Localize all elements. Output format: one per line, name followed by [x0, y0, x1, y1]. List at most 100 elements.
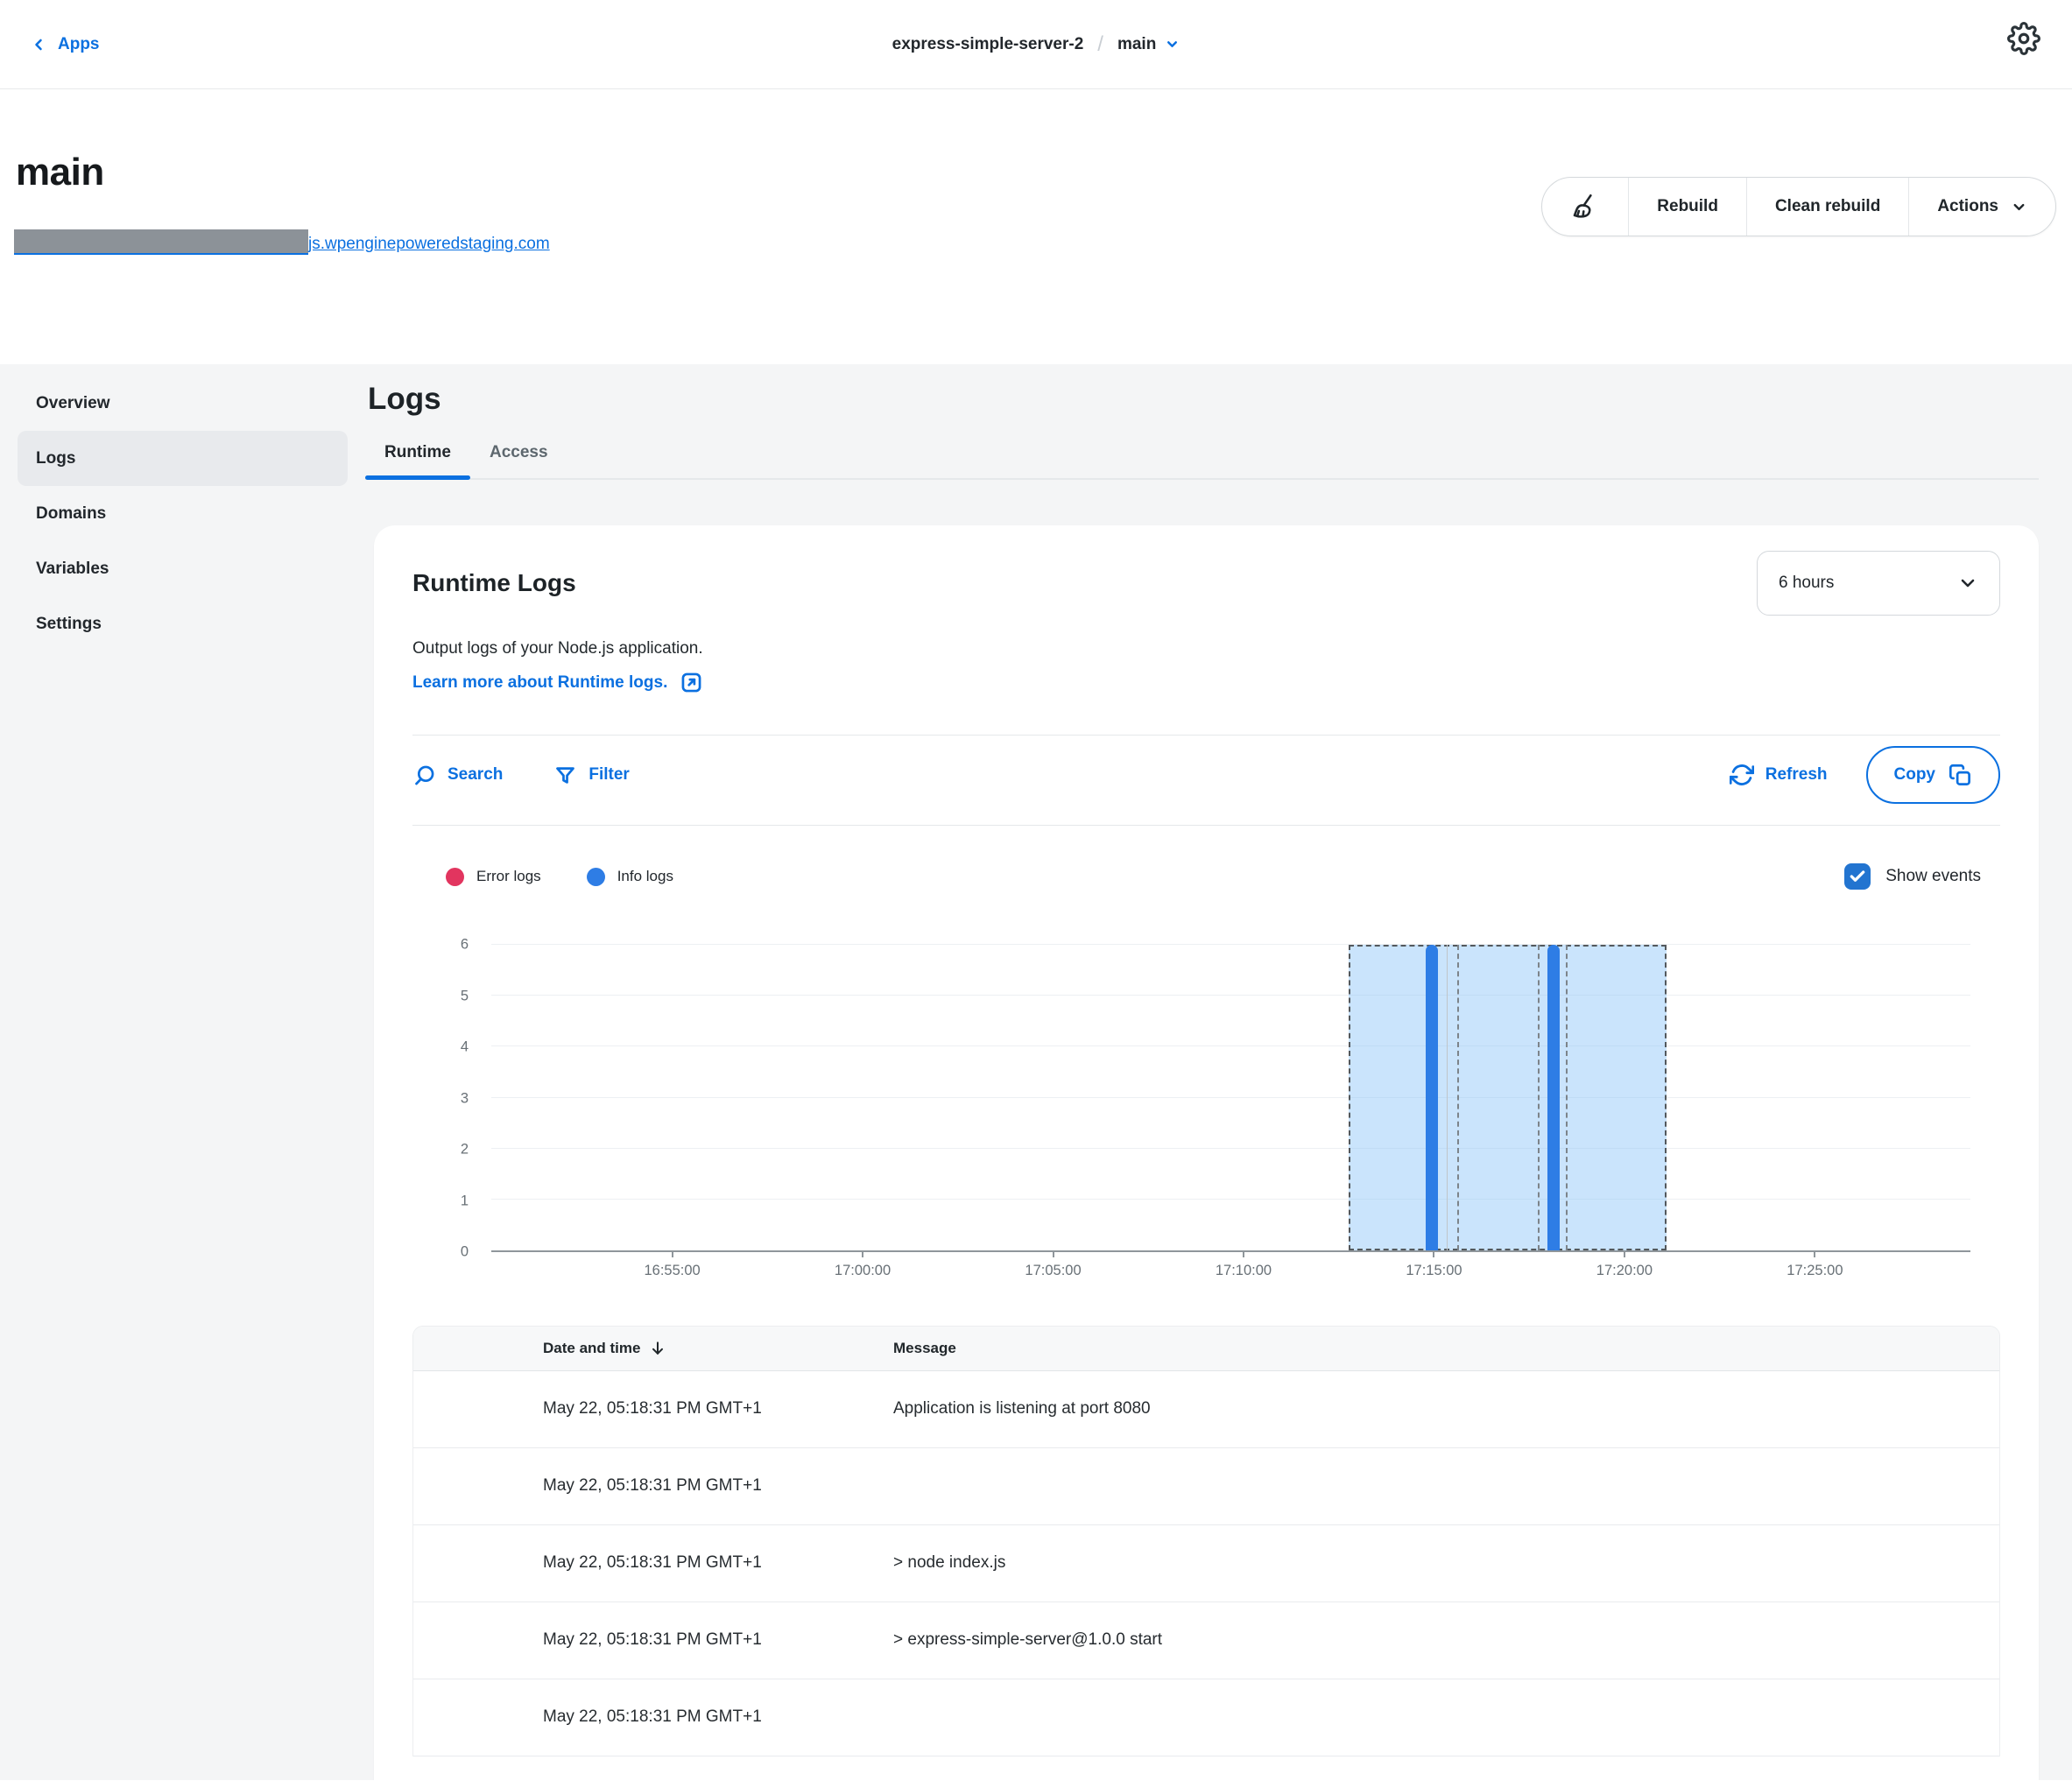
y-axis-tick-label: 3: [461, 1090, 469, 1107]
tab-access[interactable]: Access: [470, 443, 567, 478]
environment-actions-group: Rebuild Clean rebuild Actions: [1541, 177, 2056, 236]
sidebar-item-logs[interactable]: Logs: [18, 431, 348, 486]
legend-label: Error logs: [476, 868, 541, 885]
environment-url-row: js.wpenginepoweredstaging.com: [14, 229, 550, 255]
x-axis-tick-label: 17:05:00: [1025, 1263, 1081, 1279]
environment-header: main js.wpenginepoweredstaging.com Rebui…: [0, 89, 2072, 364]
log-count-bar-info-logs: [1547, 945, 1560, 1250]
sidebar-item-settings[interactable]: Settings: [18, 596, 348, 651]
divider: [412, 825, 2000, 826]
sweep-button[interactable]: [1542, 178, 1629, 236]
legend-dot: [587, 868, 605, 886]
table-row: May 22, 05:18:31 PM GMT+1> express-simpl…: [413, 1601, 1999, 1679]
message-column-label: Message: [893, 1340, 956, 1356]
y-axis-tick-label: 6: [461, 937, 469, 954]
date-column-label: Date and time: [543, 1340, 640, 1356]
time-range-value: 6 hours: [1779, 574, 1834, 593]
table-row: May 22, 05:18:31 PM GMT+1Application is …: [413, 1370, 1999, 1447]
gear-icon: [2007, 22, 2040, 55]
tab-runtime[interactable]: Runtime: [365, 443, 470, 478]
breadcrumb-app-name[interactable]: express-simple-server-2: [892, 35, 1084, 54]
time-range-select[interactable]: 6 hours: [1757, 551, 2000, 616]
column-header-date[interactable]: Date and time: [413, 1327, 893, 1370]
sidebar-item-overview[interactable]: Overview: [18, 376, 348, 431]
sidebar-item-domains[interactable]: Domains: [18, 486, 348, 541]
breadcrumb-environment[interactable]: main: [1117, 35, 1180, 54]
clean-rebuild-button[interactable]: Clean rebuild: [1747, 178, 1909, 236]
environment-url-link[interactable]: js.wpenginepoweredstaging.com: [14, 235, 550, 253]
copy-label: Copy: [1894, 765, 1936, 785]
url-redaction-overlay: [14, 229, 308, 255]
refresh-button[interactable]: Refresh: [1730, 763, 1828, 787]
chart-gridline: [491, 995, 1970, 996]
page-title: Logs: [368, 382, 2039, 417]
event-marker-line: [1538, 945, 1540, 1250]
chart-plot-area[interactable]: [491, 945, 1970, 1252]
legend-item-info-logs: Info logs: [587, 868, 673, 886]
search-icon: [412, 764, 436, 787]
card-title: Runtime Logs: [412, 569, 576, 597]
legend-item-error-logs: Error logs: [446, 868, 541, 886]
actions-menu-button[interactable]: Actions: [1909, 178, 2055, 236]
page-body: OverviewLogsDomainsVariablesSettings Log…: [0, 364, 2072, 1780]
sidebar: OverviewLogsDomainsVariablesSettings: [0, 364, 365, 1780]
x-axis-tick-label: 17:15:00: [1406, 1263, 1462, 1279]
chart-legend-row: Error logs Info logs Show events: [412, 861, 2000, 892]
environment-title: main: [16, 151, 104, 194]
breadcrumb: express-simple-server-2 / main: [892, 32, 1180, 57]
broom-icon: [1570, 192, 1600, 222]
logs-frequency-chart: 0123456 16:55:0017:00:0017:05:0017:10:00…: [412, 945, 2000, 1296]
clean-rebuild-label: Clean rebuild: [1775, 197, 1880, 216]
show-events-checkbox[interactable]: [1844, 863, 1871, 890]
log-message-cell: [893, 1447, 1999, 1524]
logs-table: Date and time Message May 22, 05:18:31 P…: [412, 1326, 2000, 1756]
x-axis-tick-label: 17:25:00: [1787, 1263, 1843, 1279]
legend-dot: [446, 868, 464, 886]
y-axis-tick-label: 4: [461, 1039, 469, 1056]
table-row: May 22, 05:18:31 PM GMT+1: [413, 1447, 1999, 1524]
learn-more-link[interactable]: Learn more about Runtime logs.: [412, 671, 703, 694]
sidebar-item-variables[interactable]: Variables: [18, 541, 348, 596]
search-label: Search: [448, 765, 503, 785]
settings-gear-button[interactable]: [2007, 21, 2042, 56]
y-axis-tick-label: 5: [461, 988, 469, 1004]
legend-label: Info logs: [617, 868, 673, 885]
learn-more-label: Learn more about Runtime logs.: [412, 673, 667, 693]
search-button[interactable]: Search: [412, 764, 503, 787]
x-axis-tick-label: 17:10:00: [1216, 1263, 1272, 1279]
back-to-apps-link[interactable]: Apps: [30, 0, 100, 88]
event-marker-line: [1566, 945, 1568, 1250]
log-datetime-cell: May 22, 05:18:31 PM GMT+1: [413, 1370, 893, 1447]
refresh-label: Refresh: [1765, 765, 1828, 785]
card-header: Runtime Logs 6 hours: [412, 550, 2000, 616]
y-axis-tick-label: 2: [461, 1142, 469, 1158]
chart-y-axis: 0123456: [412, 945, 491, 1252]
log-datetime-cell: May 22, 05:18:31 PM GMT+1: [413, 1601, 893, 1679]
runtime-logs-card: Runtime Logs 6 hours Output logs of your…: [374, 525, 2039, 1780]
copy-button[interactable]: Copy: [1866, 746, 2001, 804]
chart-time-selection[interactable]: [1349, 945, 1667, 1250]
chart-gridline: [491, 1199, 1970, 1200]
card-description: Output logs of your Node.js application.: [412, 639, 2000, 658]
actions-label: Actions: [1937, 197, 1998, 216]
chevron-left-icon: [30, 36, 47, 53]
divider: [412, 735, 2000, 736]
filter-icon: [553, 764, 577, 787]
check-icon: [1849, 868, 1866, 885]
main-content: Logs RuntimeAccess Runtime Logs 6 hours …: [365, 364, 2039, 1780]
chevron-down-icon: [1957, 573, 1978, 594]
logs-toolbar: Search Filter Refresh Copy: [412, 746, 2000, 804]
rebuild-button[interactable]: Rebuild: [1629, 178, 1747, 236]
log-message-cell: Application is listening at port 8080: [893, 1370, 1999, 1447]
rebuild-label: Rebuild: [1657, 197, 1718, 216]
x-axis-tick-label: 16:55:00: [644, 1263, 700, 1279]
filter-label: Filter: [588, 765, 629, 785]
table-row: May 22, 05:18:31 PM GMT+1> node index.js: [413, 1524, 1999, 1601]
filter-button[interactable]: Filter: [553, 764, 629, 787]
sort-descending-icon: [649, 1340, 666, 1357]
chart-x-axis: 16:55:0017:00:0017:05:0017:10:0017:15:00…: [491, 1252, 1970, 1296]
show-events-toggle[interactable]: Show events: [1844, 863, 1981, 890]
chevron-down-icon: [1165, 37, 1180, 52]
environment-url-text: js.wpenginepoweredstaging.com: [308, 235, 550, 253]
log-count-bar-info-logs: [1426, 945, 1438, 1250]
